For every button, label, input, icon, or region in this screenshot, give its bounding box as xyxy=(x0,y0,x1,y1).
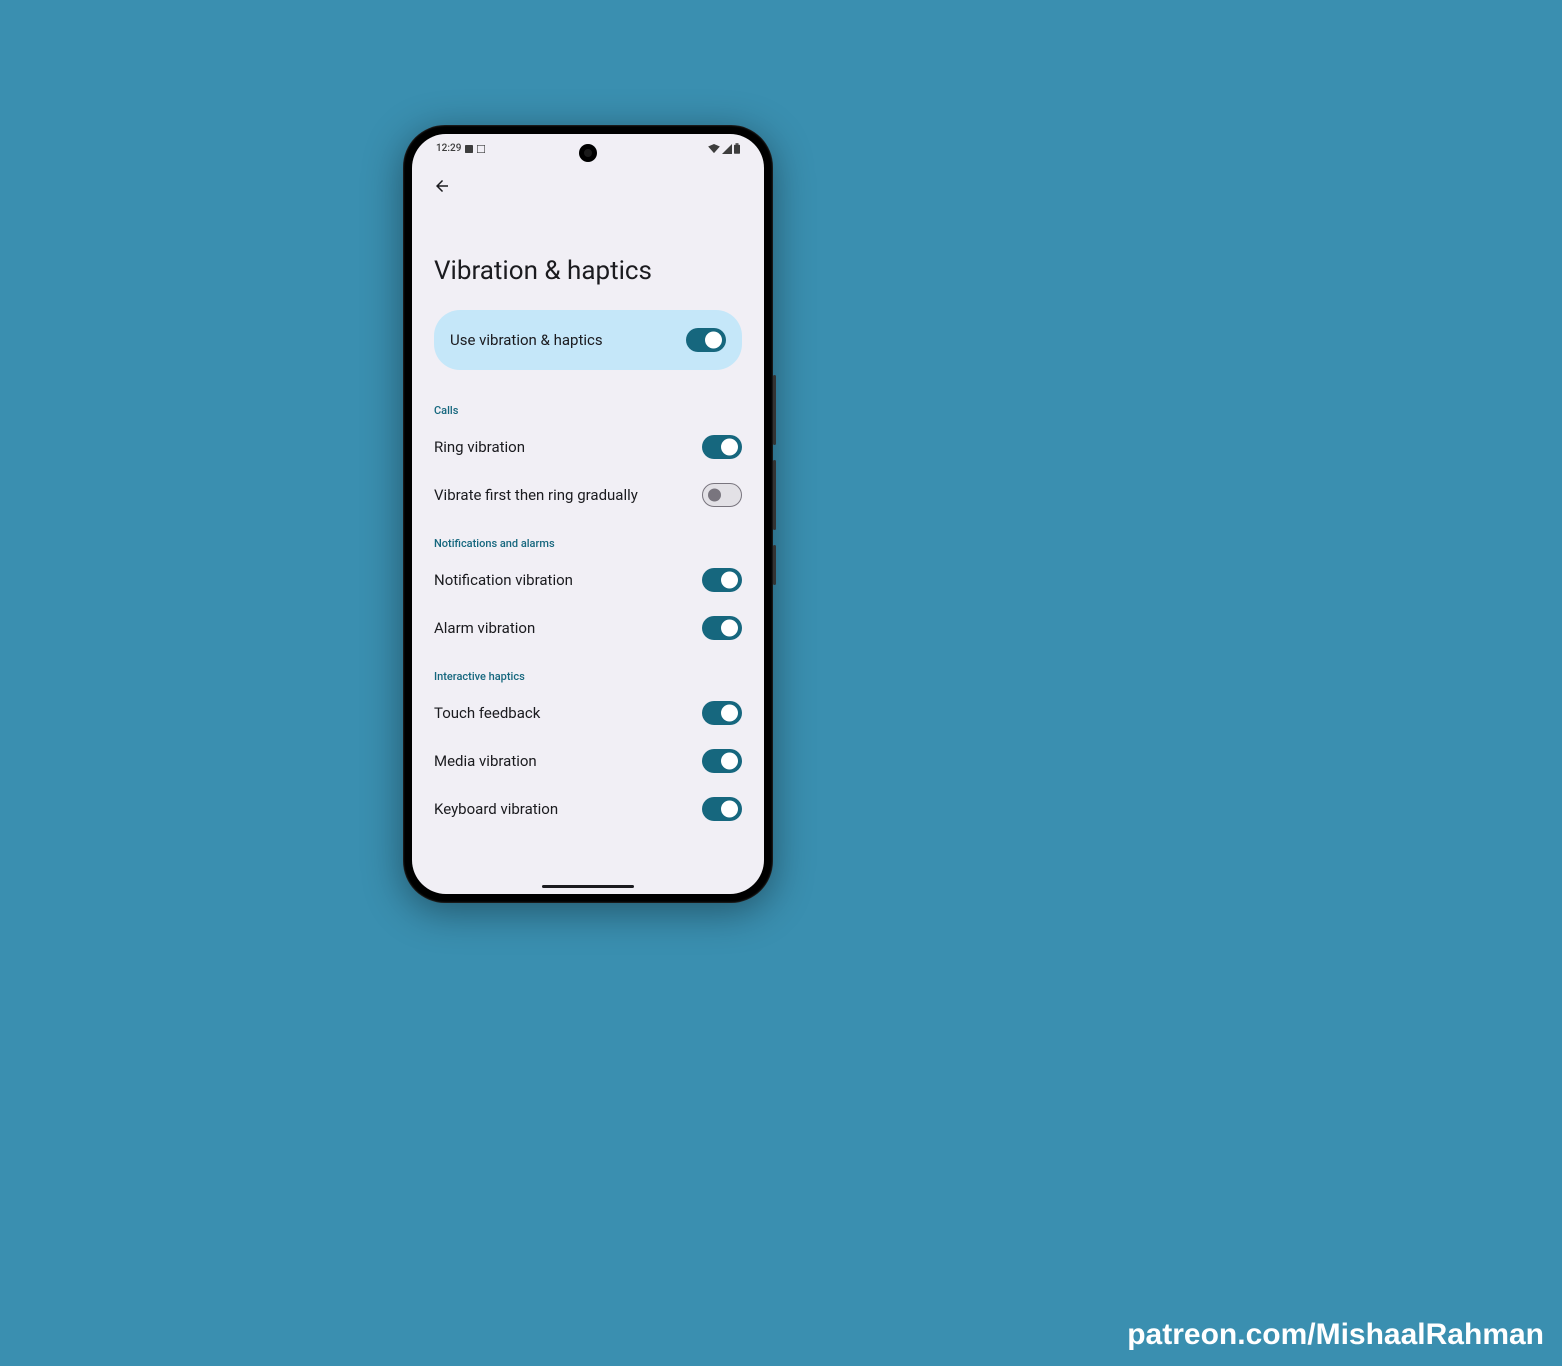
status-bar-right xyxy=(708,143,740,154)
master-toggle-switch[interactable] xyxy=(686,328,726,352)
section-header-calls: Calls xyxy=(434,386,742,423)
phone-side-button xyxy=(773,545,776,585)
setting-label: Alarm vibration xyxy=(434,619,535,637)
setting-label: Touch feedback xyxy=(434,704,540,722)
setting-label: Keyboard vibration xyxy=(434,800,558,818)
setting-touch-feedback[interactable]: Touch feedback xyxy=(434,689,742,737)
section-header-notifications: Notifications and alarms xyxy=(434,519,742,556)
setting-alarm-vibration[interactable]: Alarm vibration xyxy=(434,604,742,652)
master-toggle-label: Use vibration & haptics xyxy=(450,331,603,349)
back-arrow-icon xyxy=(433,177,451,195)
phone-screen: 12:29 xyxy=(412,134,764,894)
battery-icon xyxy=(734,143,740,154)
watermark-text: patreon.com/MishaalRahman xyxy=(1127,1318,1544,1352)
setting-label: Ring vibration xyxy=(434,438,525,456)
switch-thumb xyxy=(721,572,738,589)
status-bar-left: 12:29 xyxy=(436,143,485,154)
debug-icon xyxy=(477,145,485,153)
phone-side-button xyxy=(773,375,776,445)
phone-frame: 12:29 xyxy=(403,125,773,903)
toggle-switch[interactable] xyxy=(702,797,742,821)
setting-label: Media vibration xyxy=(434,752,537,770)
setting-label: Vibrate first then ring gradually xyxy=(434,486,638,504)
section-header-interactive: Interactive haptics xyxy=(434,652,742,689)
toggle-switch[interactable] xyxy=(702,616,742,640)
switch-thumb xyxy=(721,620,738,637)
setting-keyboard-vibration[interactable]: Keyboard vibration xyxy=(434,785,742,833)
switch-thumb xyxy=(721,705,738,722)
app-header xyxy=(412,158,764,204)
toggle-switch[interactable] xyxy=(702,483,742,507)
settings-content: Use vibration & haptics Calls Ring vibra… xyxy=(412,310,764,833)
setting-ring-vibration[interactable]: Ring vibration xyxy=(434,423,742,471)
toggle-switch[interactable] xyxy=(702,435,742,459)
switch-thumb xyxy=(708,489,721,502)
toggle-switch[interactable] xyxy=(702,568,742,592)
navigation-bar-handle[interactable] xyxy=(542,885,634,888)
phone-side-button xyxy=(773,460,776,530)
signal-icon xyxy=(722,144,732,154)
page-title: Vibration & haptics xyxy=(412,204,764,310)
setting-notification-vibration[interactable]: Notification vibration xyxy=(434,556,742,604)
notification-icon xyxy=(465,145,473,153)
toggle-switch[interactable] xyxy=(702,749,742,773)
setting-label: Notification vibration xyxy=(434,571,573,589)
status-time: 12:29 xyxy=(436,143,461,154)
camera-notch xyxy=(579,144,597,162)
switch-thumb xyxy=(721,801,738,818)
master-toggle-row[interactable]: Use vibration & haptics xyxy=(434,310,742,370)
setting-vibrate-first-ring[interactable]: Vibrate first then ring gradually xyxy=(434,471,742,519)
switch-thumb xyxy=(721,439,738,456)
wifi-icon xyxy=(708,144,720,154)
switch-thumb xyxy=(705,332,722,349)
setting-media-vibration[interactable]: Media vibration xyxy=(434,737,742,785)
switch-thumb xyxy=(721,753,738,770)
back-button[interactable] xyxy=(424,168,460,204)
toggle-switch[interactable] xyxy=(702,701,742,725)
